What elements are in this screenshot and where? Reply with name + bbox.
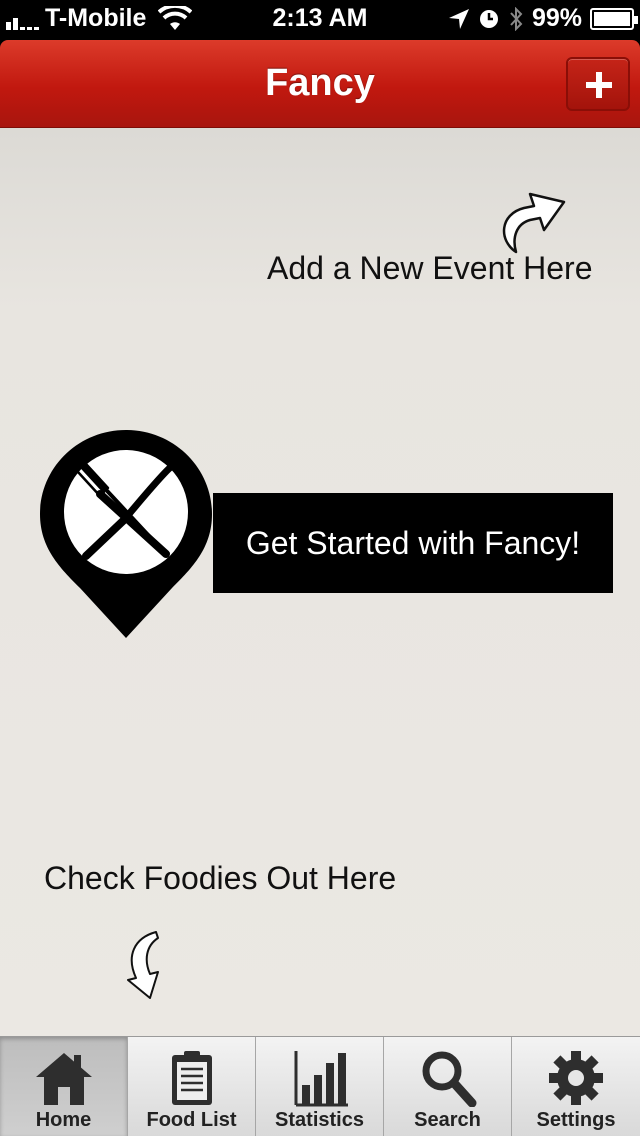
tab-label: Settings <box>536 1109 616 1131</box>
tab-label: Home <box>35 1109 92 1131</box>
page-title: Fancy <box>265 62 375 104</box>
tab-search[interactable]: Search <box>384 1037 512 1136</box>
tab-label: Food List <box>146 1109 237 1131</box>
search-icon <box>422 1051 477 1107</box>
add-event-hint: Add a New Event Here <box>267 250 593 286</box>
foodies-hint: Check Foodies Out Here <box>44 860 397 896</box>
tab-settings[interactable]: Settings <box>512 1037 640 1136</box>
alarm-clock-icon <box>479 9 498 28</box>
curved-arrow-up-right-icon <box>502 192 566 254</box>
fork-knife-pin-logo <box>40 430 212 638</box>
gear-icon <box>549 1051 603 1105</box>
tab-label: Statistics <box>275 1109 364 1131</box>
clipboard-icon <box>172 1051 212 1105</box>
bar-chart-icon <box>294 1051 348 1107</box>
bluetooth-icon <box>510 6 523 31</box>
get-started-button[interactable]: Get Started with Fancy! <box>213 493 613 593</box>
navigation-bar: Fancy <box>0 40 640 128</box>
tab-statistics[interactable]: Statistics <box>256 1037 384 1136</box>
tab-bar: Home Food List Statistics Search Setting… <box>0 1036 640 1136</box>
main-content: Add a New Event Here Get Started with Fa… <box>0 128 640 1036</box>
status-bar: T-Mobile 2:13 AM 99% <box>0 0 640 40</box>
add-event-button[interactable] <box>566 57 630 111</box>
tab-home[interactable]: Home <box>0 1037 128 1136</box>
tab-food-list[interactable]: Food List <box>128 1037 256 1136</box>
location-arrow-icon <box>448 8 469 29</box>
battery-icon <box>590 7 638 30</box>
battery-percent: 99% <box>531 4 582 32</box>
status-right: 99% <box>448 4 638 33</box>
curved-arrow-down-icon <box>127 931 159 999</box>
tab-label: Search <box>414 1109 481 1131</box>
home-icon <box>36 1053 92 1105</box>
